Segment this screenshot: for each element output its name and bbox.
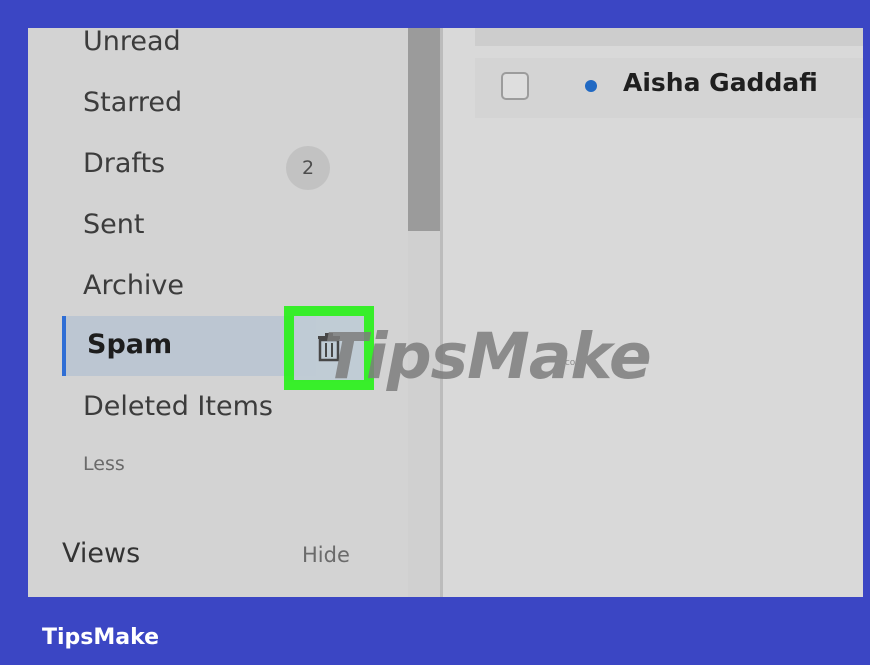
message-list-header (475, 28, 863, 46)
unread-dot-icon (585, 80, 597, 92)
message-sender: Aisha Gaddafi (623, 68, 818, 97)
views-heading: Views (62, 538, 141, 569)
app-window: Unread Starred Drafts 2 Sent Archive Spa… (28, 28, 863, 597)
footer-brand: TipsMake (42, 625, 160, 650)
folder-starred[interactable]: Starred (83, 83, 182, 123)
sidebar-scrollbar-thumb[interactable] (408, 28, 440, 231)
folder-unread[interactable]: Unread (83, 28, 181, 62)
hide-views-button[interactable]: Hide (302, 543, 350, 567)
folder-archive[interactable]: Archive (83, 266, 184, 306)
folder-drafts[interactable]: Drafts (83, 144, 165, 184)
watermark-suffix: .com (562, 358, 585, 368)
folder-spam[interactable]: Spam (62, 316, 316, 376)
message-row[interactable]: Aisha Gaddafi (475, 58, 863, 118)
less-toggle[interactable]: Less (83, 453, 125, 475)
message-select-checkbox[interactable] (501, 72, 529, 100)
watermark-logo: TipsMake (324, 320, 652, 393)
drafts-count-badge: 2 (286, 146, 330, 190)
folder-sent[interactable]: Sent (83, 205, 144, 245)
folder-deleted-items[interactable]: Deleted Items (83, 387, 273, 427)
message-list: Aisha Gaddafi (443, 28, 863, 597)
